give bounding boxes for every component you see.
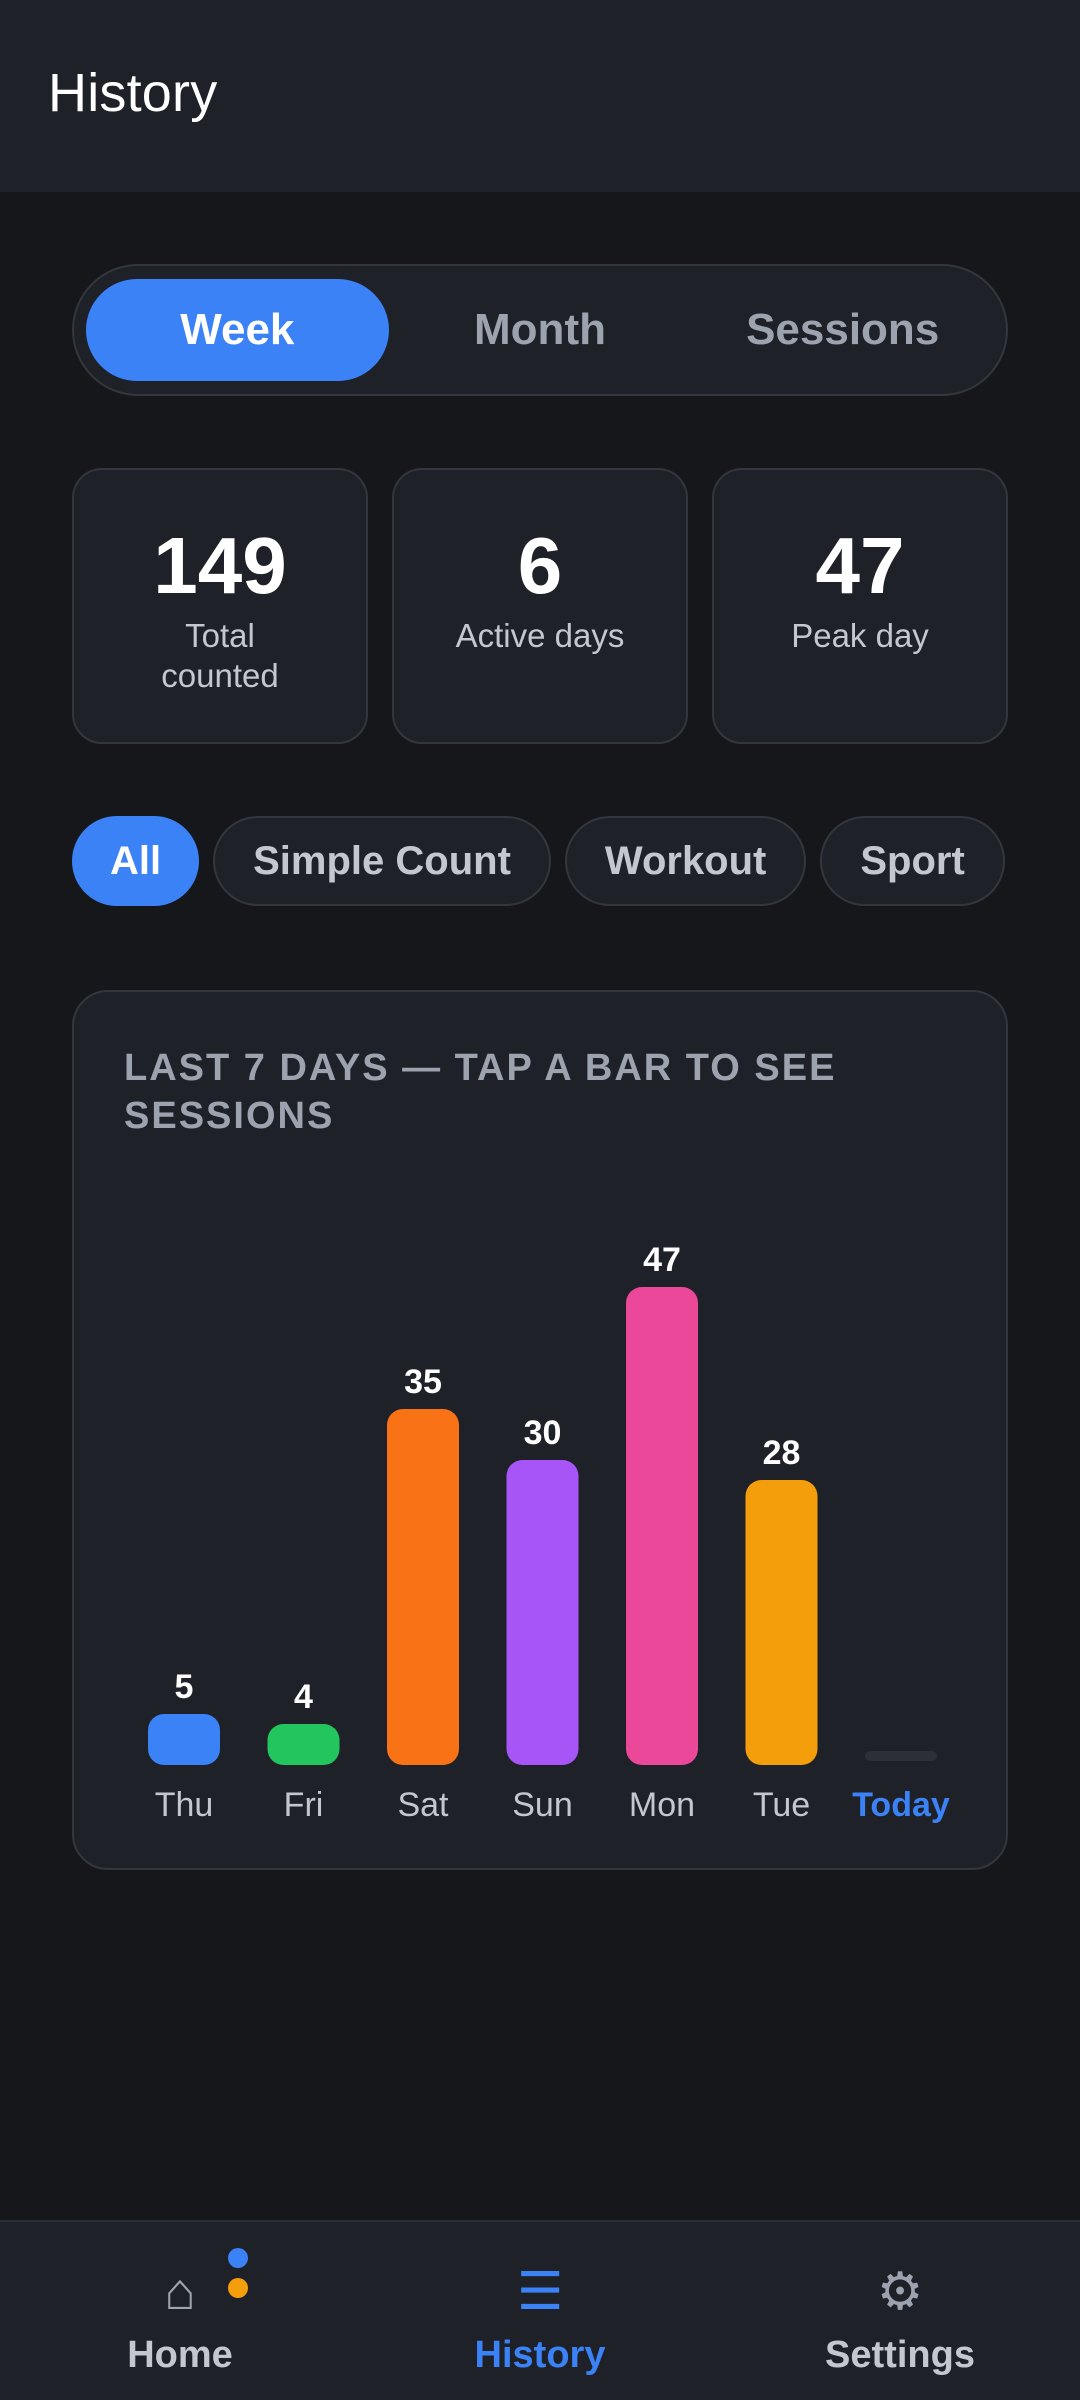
tab-month[interactable]: Month xyxy=(389,279,692,381)
x-tick-label: Sun xyxy=(512,1786,573,1824)
bar-sun[interactable] xyxy=(506,1460,579,1765)
stat-value: 47 xyxy=(815,521,905,610)
bar-sat[interactable] xyxy=(387,1409,459,1765)
chart-card: LAST 7 DAYS — TAP A BAR TO SEE SESSIONS … xyxy=(72,990,1008,1870)
bar-mon[interactable] xyxy=(626,1287,698,1765)
stat-value: 6 xyxy=(517,521,563,610)
filter-chips: All Simple Count Workout Sport xyxy=(72,816,1008,908)
page-title: History xyxy=(48,63,218,123)
stat-card-total: 149 Total counted xyxy=(72,468,368,744)
app-header: History xyxy=(0,0,1080,192)
bar-value-label: 4 xyxy=(294,1678,313,1716)
period-segmented-control: Week Month Sessions xyxy=(72,264,1008,396)
nav-label: Home xyxy=(127,2334,233,2376)
stats-row: 149 Total counted 6 Active days 47 Peak … xyxy=(72,468,1008,744)
nav-item-settings[interactable]: ⚙ Settings xyxy=(720,2222,1080,2400)
x-tick-label: Sat xyxy=(397,1786,449,1824)
nav-label: History xyxy=(474,2334,606,2376)
chip-workout[interactable]: Workout xyxy=(564,816,807,906)
bar-fri[interactable] xyxy=(267,1724,340,1765)
stat-label: Peak day xyxy=(791,617,929,654)
chip-all[interactable]: All xyxy=(72,816,200,906)
bar-value-label: 47 xyxy=(643,1241,681,1279)
stat-card-peak-day: 47 Peak day xyxy=(712,468,1008,744)
status-dot xyxy=(228,2278,248,2298)
nav-item-history[interactable]: ☰ History xyxy=(360,2222,720,2400)
stat-label: Active days xyxy=(455,617,625,654)
stat-value: 149 xyxy=(153,521,287,610)
x-tick-label: Mon xyxy=(629,1786,695,1824)
bar-value-label: 28 xyxy=(763,1434,801,1472)
nav-label: Settings xyxy=(825,2334,975,2376)
stat-card-active-days: 6 Active days xyxy=(392,468,688,744)
gear-icon: ⚙ xyxy=(876,2263,924,2321)
bar-value-label: 5 xyxy=(175,1668,194,1706)
bar-tue[interactable] xyxy=(745,1480,818,1765)
bar-chart: 5 Thu 4 Fri 35 Sat 30 Sun 47 Mon 28 Tue Today xyxy=(148,1241,950,1824)
bar-today[interactable] xyxy=(865,1751,937,1761)
list-icon: ☰ xyxy=(516,2263,564,2321)
bar-value-label: 35 xyxy=(404,1363,442,1401)
chip-simple-count[interactable]: Simple Count xyxy=(213,816,551,906)
bottom-navigation: ⌂ Home ☰ History ⚙ Settings xyxy=(0,2220,1080,2400)
x-tick-label: Today xyxy=(852,1786,950,1824)
x-tick-label: Fri xyxy=(284,1786,324,1824)
x-tick-label: Tue xyxy=(753,1786,810,1824)
tab-sessions[interactable]: Sessions xyxy=(691,279,994,381)
nav-item-home[interactable]: ⌂ Home xyxy=(0,2222,360,2400)
chip-sport[interactable]: Sport xyxy=(820,816,1005,906)
home-icon: ⌂ xyxy=(164,2263,196,2321)
status-dot xyxy=(228,2248,248,2268)
tab-week[interactable]: Week xyxy=(86,279,389,381)
x-tick-label: Thu xyxy=(155,1786,214,1824)
stat-label: Total counted xyxy=(161,617,279,694)
bar-thu[interactable] xyxy=(148,1714,220,1765)
bar-value-label: 30 xyxy=(524,1414,562,1452)
